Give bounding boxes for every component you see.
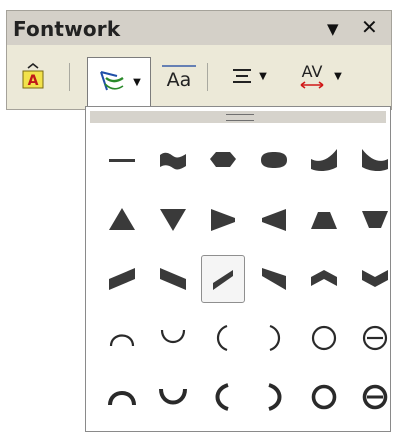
slant-down-icon	[159, 268, 186, 290]
shape-fade-right[interactable]	[201, 196, 245, 244]
shape-arch-right-curve[interactable]	[252, 314, 296, 362]
arch-left-pour-icon	[215, 383, 229, 411]
shape-triangle-down[interactable]	[151, 196, 195, 244]
shape-slant-down[interactable]	[151, 255, 195, 303]
chevron-down-icon[interactable]: ▼	[259, 71, 267, 82]
svg-text:Aa: Aa	[167, 69, 192, 90]
fontwork-letter-a-icon: A	[22, 62, 44, 89]
arch-down-pour-icon	[158, 388, 187, 405]
toolbar-menu-icon[interactable]: ▼	[327, 20, 339, 38]
fade-down-icon	[361, 211, 388, 228]
fontwork-shape-popup	[85, 106, 391, 432]
popup-drag-handle[interactable]	[90, 111, 386, 123]
shape-chevron-down[interactable]	[353, 255, 397, 303]
shape-arch-left-curve[interactable]	[201, 314, 245, 362]
shape-inflate[interactable]	[201, 137, 245, 185]
title-bar[interactable]: Fontwork ▼ ✕	[7, 11, 391, 45]
alignment-button[interactable]: ▼	[221, 59, 277, 93]
arch-down-curve-icon	[160, 329, 185, 344]
window-title: Fontwork	[13, 17, 121, 41]
chevron-down-icon	[361, 270, 388, 287]
svg-text:AV: AV	[302, 62, 323, 81]
shape-wave[interactable]	[151, 137, 195, 185]
stop-icon	[260, 152, 287, 168]
shape-arch-down-pour[interactable]	[151, 373, 195, 421]
fade-up-right-icon	[213, 270, 233, 290]
shape-fade-up-right[interactable]	[201, 255, 245, 303]
circle-curve-icon	[311, 325, 337, 351]
arch-up-pour-icon	[108, 391, 136, 406]
chevron-down-icon[interactable]: ▼	[334, 71, 342, 82]
arch-right-pour-icon	[267, 383, 281, 411]
fontwork-shape-button[interactable]: ▼	[87, 57, 151, 107]
shape-arch-left-pour[interactable]	[201, 373, 245, 421]
arch-up-curve-icon	[109, 334, 135, 347]
shape-arch-right-pour[interactable]	[252, 373, 296, 421]
arch-right-curve-icon	[269, 324, 280, 352]
character-spacing-icon: AV	[300, 62, 324, 89]
shape-plain-text[interactable]	[100, 137, 144, 185]
arch-left-curve-icon	[216, 324, 228, 352]
shape-fade-left[interactable]	[252, 196, 296, 244]
shape-stop[interactable]	[252, 137, 296, 185]
fade-right-icon	[211, 209, 235, 231]
grip-lines	[226, 114, 254, 121]
shape-fade-up[interactable]	[302, 196, 346, 244]
shape-arch-up-curve[interactable]	[100, 314, 144, 362]
shape-arch-down-curve[interactable]	[151, 314, 195, 362]
shape-open-circle-pour[interactable]	[353, 373, 397, 421]
curve-down-icon	[311, 149, 337, 172]
shape-triangle-up[interactable]	[100, 196, 144, 244]
inflate-icon	[210, 152, 236, 167]
shape-chevron-up[interactable]	[302, 255, 346, 303]
fontwork-shape-icon	[100, 70, 124, 90]
wave-icon	[159, 152, 186, 170]
triangle-up-icon	[109, 208, 135, 230]
shape-open-circle-curve[interactable]	[353, 314, 397, 362]
fade-up-icon	[311, 212, 337, 229]
triangle-down-icon	[159, 209, 186, 231]
fontwork-toolbar-window: Fontwork ▼ ✕ A ▼ Aa ▼ AV ▼	[6, 10, 392, 110]
align-center-icon	[233, 69, 252, 83]
shape-curve-down[interactable]	[302, 137, 346, 185]
shape-circle-curve[interactable]	[302, 314, 346, 362]
fontwork-gallery-button[interactable]: A	[15, 59, 51, 93]
fade-up-left-icon	[261, 268, 286, 290]
character-spacing-button[interactable]: AV ▼	[287, 59, 351, 93]
chevron-up-icon	[311, 270, 337, 286]
curve-up-icon	[361, 149, 388, 172]
fontwork-toolbar: A ▼ Aa ▼ AV ▼	[7, 45, 391, 107]
shape-curve-up[interactable]	[353, 137, 397, 185]
open-circle-pour-icon	[362, 384, 387, 410]
shape-fade-down[interactable]	[353, 196, 397, 244]
plain-text-icon	[109, 159, 135, 162]
circle-pour-icon	[311, 384, 337, 410]
shape-slant-up[interactable]	[100, 255, 144, 303]
svg-text:A: A	[28, 73, 39, 89]
shape-fade-up-left[interactable]	[252, 255, 296, 303]
shape-arch-up-pour[interactable]	[100, 373, 144, 421]
chevron-down-icon[interactable]: ▼	[133, 77, 141, 88]
close-icon[interactable]: ✕	[361, 15, 378, 39]
same-letter-heights-button[interactable]: Aa	[157, 59, 201, 93]
slant-up-icon	[109, 268, 135, 290]
toolbar-separator	[69, 63, 70, 91]
fade-left-icon	[261, 209, 286, 231]
same-letter-heights-icon: Aa	[162, 65, 196, 90]
toolbar-separator	[207, 63, 208, 91]
open-circle-curve-icon	[362, 325, 387, 351]
shape-circle-pour[interactable]	[302, 373, 346, 421]
